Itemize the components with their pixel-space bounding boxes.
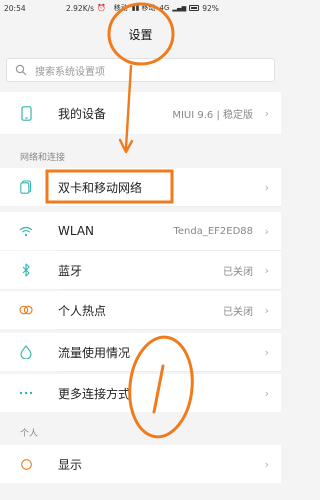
- status-bar: 20:54 2.92K/s ⏰ 移动 ▮▮ 移动 4G ▂▄▆ 92%: [0, 0, 281, 16]
- bluetooth-icon: [19, 263, 33, 277]
- list-item-label: 蓝牙: [58, 263, 83, 278]
- chevron-right-icon: ›: [264, 457, 269, 471]
- list-item-display[interactable]: 显示 ›: [0, 445, 281, 483]
- section-header-network: 网络和连接: [20, 153, 66, 163]
- chevron-right-icon: ›: [264, 180, 269, 194]
- divider: [58, 289, 281, 290]
- chevron-right-icon: ›: [264, 224, 269, 238]
- alarm-icon: ⏰: [97, 4, 106, 12]
- list-item-label: 显示: [58, 457, 83, 472]
- list-item-label: 流量使用情况: [58, 345, 131, 360]
- title-bar: 设置: [0, 16, 281, 52]
- phone-icon: [19, 105, 33, 121]
- hotspot-icon: [19, 303, 33, 317]
- my-device-label: 我的设备: [58, 106, 107, 121]
- battery-icon: [189, 5, 200, 11]
- search-input[interactable]: 搜索系统设置项: [6, 58, 275, 82]
- list-item-label: WLAN: [58, 224, 95, 238]
- status-battery-percent: 92%: [202, 3, 219, 13]
- divider: [58, 329, 281, 330]
- divider: [58, 371, 281, 372]
- list-item-label: 双卡和移动网络: [58, 180, 143, 195]
- status-network-type: 4G: [159, 4, 170, 12]
- wifi-icon: [19, 224, 33, 238]
- list-item-label: 更多连接方式: [58, 386, 131, 401]
- list-item-wlan[interactable]: WLAN Tenda_EF2ED88 ›: [0, 212, 281, 250]
- list-item-label: 个人热点: [58, 303, 107, 318]
- search-placeholder: 搜索系统设置项: [35, 66, 105, 78]
- my-device-row[interactable]: 我的设备 MIUI 9.6 | 稳定版 ›: [0, 92, 281, 134]
- status-time: 20:54: [4, 3, 26, 13]
- chevron-right-icon: ›: [264, 106, 269, 120]
- my-device-value: MIUI 9.6 | 稳定版: [172, 109, 253, 121]
- more-icon: [19, 386, 33, 400]
- chevron-right-icon: ›: [264, 303, 269, 317]
- chevron-right-icon: ›: [264, 345, 269, 359]
- section-header-personal: 个人: [20, 429, 39, 439]
- divider: [58, 206, 281, 207]
- list-item-hotspot[interactable]: 个人热点 已关闭 ›: [0, 291, 281, 329]
- data-usage-icon: [19, 345, 33, 359]
- display-icon: [19, 457, 33, 471]
- status-carrier: 移动: [113, 4, 128, 12]
- annotation-arrow-head: [118, 138, 134, 154]
- status-net-speed: 2.92K/s: [66, 3, 95, 13]
- chevron-right-icon: ›: [264, 386, 269, 400]
- page-title: 设置: [128, 27, 153, 42]
- status-mobile-label: 移动: [141, 4, 156, 12]
- list-item-bluetooth[interactable]: 蓝牙 已关闭 ›: [0, 251, 281, 289]
- status-extra-icons: ▮▮: [131, 4, 140, 12]
- list-item-dual-sim[interactable]: 双卡和移动网络 ›: [0, 168, 281, 206]
- list-item-value: 已关闭: [223, 306, 253, 318]
- list-item-data-usage[interactable]: 流量使用情况 ›: [0, 333, 281, 371]
- signal-icon: ▂▄▆: [172, 4, 187, 12]
- list-item-more-connections[interactable]: 更多连接方式 ›: [0, 374, 281, 412]
- sim-card-icon: [19, 180, 33, 194]
- chevron-right-icon: ›: [264, 263, 269, 277]
- search-icon: [15, 64, 27, 76]
- list-item-value: Tenda_EF2ED88: [173, 225, 253, 237]
- list-item-value: 已关闭: [223, 266, 253, 278]
